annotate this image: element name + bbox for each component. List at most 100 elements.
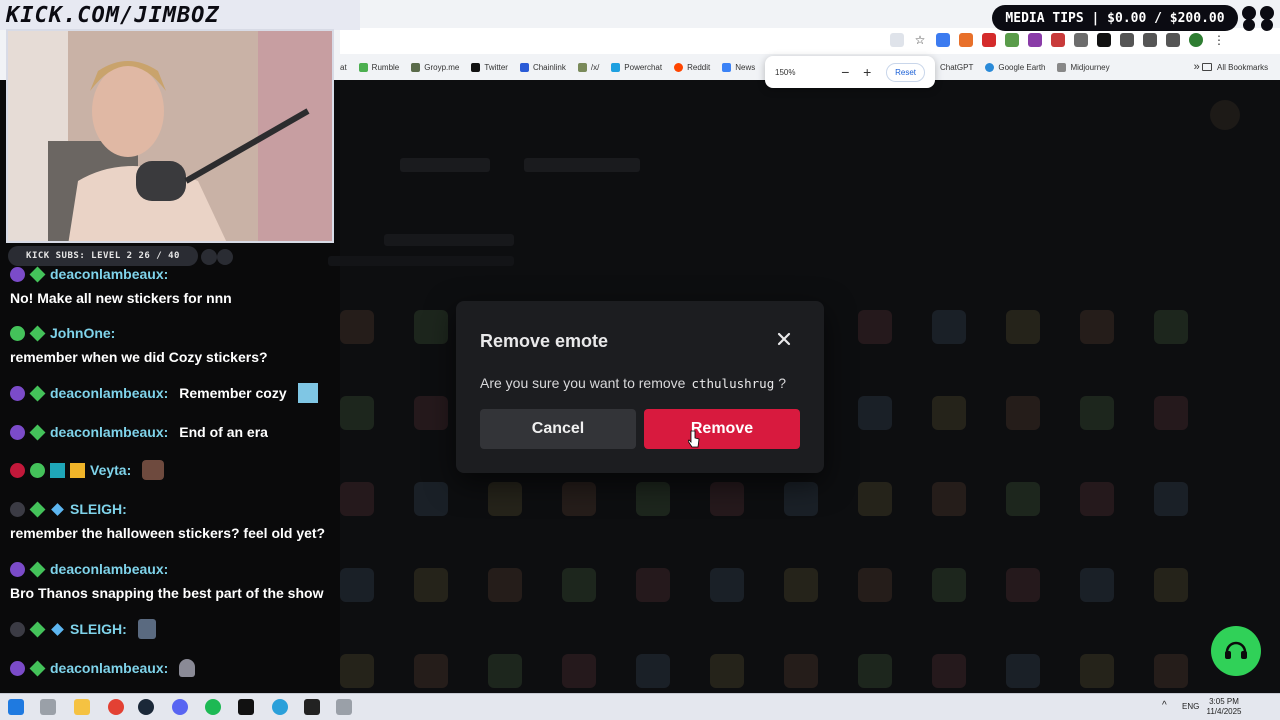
emote-tile[interactable] [932,310,966,344]
emote-tile[interactable] [858,396,892,430]
doc-icon[interactable] [1005,33,1019,47]
emote-tile[interactable] [932,568,966,602]
chat-username[interactable]: SLEIGH: [70,501,127,517]
terminal-icon[interactable] [238,699,254,715]
emote-tile[interactable] [340,568,374,602]
avatar[interactable] [1210,100,1240,130]
discord-icon[interactable] [172,699,188,715]
bookmark-item[interactable]: at [340,63,347,72]
emote-tile[interactable] [784,568,818,602]
profile-icon[interactable] [1189,33,1203,47]
emote-tile[interactable] [784,654,818,688]
spotify-icon[interactable] [205,699,221,715]
emote-tile[interactable] [1006,310,1040,344]
cancel-button[interactable]: Cancel [480,409,636,449]
emote-tile[interactable] [1006,654,1040,688]
wave-icon[interactable] [936,33,950,47]
tab-icon[interactable] [1143,33,1157,47]
chat-username[interactable]: deaconlambeaux: [50,561,168,577]
id-icon[interactable] [1028,33,1042,47]
remove-button[interactable]: Remove [644,409,800,449]
chat-username[interactable]: SLEIGH: [70,621,127,637]
support-chat-button[interactable] [1211,626,1261,676]
emote-tile[interactable] [1080,310,1114,344]
emote-tile[interactable] [1154,482,1188,516]
emote-tile[interactable] [858,654,892,688]
emote-tile[interactable] [488,482,522,516]
x-icon[interactable] [1097,33,1111,47]
zoom-out-button[interactable]: − [834,64,856,80]
fox-icon[interactable] [959,33,973,47]
emote-tile[interactable] [1006,396,1040,430]
emote-tile[interactable] [636,482,670,516]
zoom-reset-button[interactable]: Reset [886,62,926,82]
emote-tile[interactable] [710,482,744,516]
star-icon[interactable]: ☆ [913,33,927,47]
language-indicator[interactable]: ENG [1182,702,1199,711]
app-icon[interactable] [304,699,320,715]
emote-tile[interactable] [1006,482,1040,516]
emote-tile[interactable] [340,654,374,688]
chat-username[interactable]: deaconlambeaux: [50,266,168,282]
zoom-in-button[interactable]: + [856,64,878,80]
chat-username[interactable]: deaconlambeaux: [50,660,168,676]
tray-chevron-icon[interactable]: ^ [1162,700,1167,711]
task-view-icon[interactable] [40,699,56,715]
bookmark-item[interactable]: Powerchat [611,62,662,72]
emote-tile[interactable] [932,482,966,516]
emote-tile[interactable] [1154,396,1188,430]
telegram-icon[interactable] [272,699,288,715]
emote-tile[interactable] [562,654,596,688]
bookmark-item[interactable]: Reddit [674,62,710,72]
emote-tile[interactable] [858,482,892,516]
emote-tile[interactable] [636,654,670,688]
windows-start-icon[interactable] [8,699,24,715]
chat-username[interactable]: Veyta: [90,462,131,478]
emote-tile[interactable] [1080,568,1114,602]
chevron-right-icon[interactable]: » [1194,61,1200,73]
bookmark-item[interactable]: Groyp.me [411,62,459,72]
emote-tile[interactable] [340,310,374,344]
puzzle-icon[interactable] [1120,33,1134,47]
emote-tile[interactable] [414,396,448,430]
emote-tile[interactable] [932,654,966,688]
file-explorer-icon[interactable] [74,699,90,715]
clock[interactable]: 3:05 PM 11/4/2025 [1204,697,1244,717]
app-icon[interactable] [336,699,352,715]
emote-tile[interactable] [340,396,374,430]
emote-tile[interactable] [710,654,744,688]
cat-icon[interactable] [1051,33,1065,47]
more-icon[interactable]: ⋮ [1212,33,1226,47]
bookmark-item[interactable]: News [722,62,755,72]
emote-tile[interactable] [414,310,448,344]
chat-username[interactable]: deaconlambeaux: [50,385,168,401]
bookmark-item[interactable]: Midjourney [1057,62,1110,72]
s-icon[interactable] [1074,33,1088,47]
bookmark-item[interactable]: /x/ [577,62,599,72]
emote-tile[interactable] [710,568,744,602]
emote-tile[interactable] [1154,654,1188,688]
emote-tile[interactable] [488,568,522,602]
chrome-icon[interactable] [108,699,124,715]
emote-tile[interactable] [784,482,818,516]
emote-tile[interactable] [414,568,448,602]
emote-tile[interactable] [1154,310,1188,344]
close-icon[interactable] [774,329,794,349]
menu-icon[interactable] [1166,33,1180,47]
emote-tile[interactable] [1006,568,1040,602]
bookmark-item[interactable]: Twitter [471,62,508,72]
emote-tile[interactable] [636,568,670,602]
emote-tile[interactable] [340,482,374,516]
bookmark-item[interactable]: Chainlink [519,62,566,72]
emote-tile[interactable] [1080,482,1114,516]
bookmark-item[interactable]: Rumble [358,62,399,72]
emote-tile[interactable] [414,654,448,688]
emote-tile[interactable] [488,654,522,688]
bookmark-item[interactable]: ChatGPT [940,63,973,72]
emote-tile[interactable] [1080,654,1114,688]
emote-tile[interactable] [414,482,448,516]
emote-tile[interactable] [562,568,596,602]
chat-username[interactable]: JohnOne: [50,325,115,341]
chat-username[interactable]: deaconlambeaux: [50,424,168,440]
emote-tile[interactable] [858,310,892,344]
